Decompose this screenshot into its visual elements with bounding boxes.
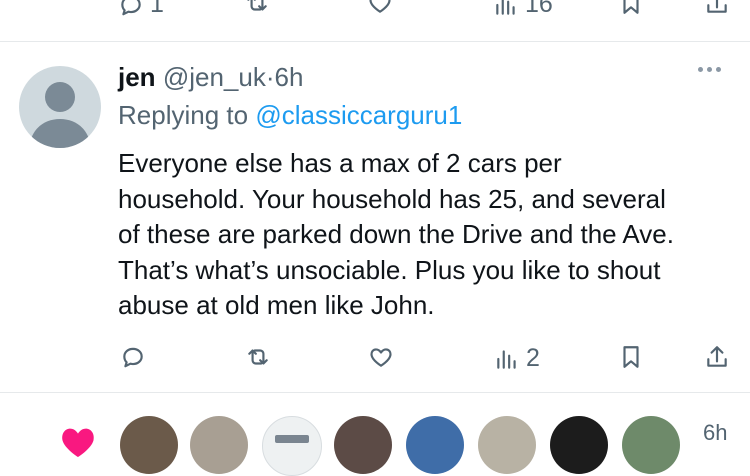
prev-reply-count: 1	[150, 0, 164, 18]
divider-top	[0, 41, 750, 42]
share-button[interactable]	[704, 344, 730, 370]
liker-avatar[interactable]	[550, 416, 608, 474]
prev-reply-button[interactable]: 1	[118, 0, 164, 19]
heart-icon	[62, 428, 94, 457]
liker-avatar[interactable]	[120, 416, 178, 474]
prev-like-button[interactable]	[367, 0, 393, 16]
more-icon	[698, 67, 703, 72]
bookmark-icon	[623, 0, 639, 14]
display-name[interactable]: jen	[118, 62, 156, 92]
prev-bookmark-button[interactable]	[618, 0, 644, 16]
views-count: 2	[526, 344, 540, 372]
reply-icon	[121, 0, 141, 15]
prev-share-button[interactable]	[704, 0, 730, 16]
user-handle[interactable]: @jen_uk	[163, 62, 266, 92]
liker-avatar[interactable]	[334, 416, 392, 474]
share-icon	[707, 0, 727, 13]
replying-to: Replying to @classiccarguru1	[118, 100, 462, 131]
tweet-text: Everyone else has a max of 2 cars per ho…	[118, 148, 674, 320]
bookmark-button[interactable]	[618, 344, 644, 370]
reply-button[interactable]	[120, 344, 146, 370]
views-button[interactable]: 2	[494, 344, 540, 373]
avatar[interactable]	[19, 66, 101, 148]
tweet-header: jen @jen_uk·6h	[118, 62, 303, 93]
tweet-time[interactable]: 6h	[275, 62, 304, 92]
liker-avatar[interactable]	[406, 416, 464, 474]
bookmark-icon	[623, 346, 639, 368]
prev-views-button[interactable]: 16	[493, 0, 553, 19]
more-options-button[interactable]	[698, 67, 721, 72]
retweet-button[interactable]	[245, 344, 271, 370]
like-button[interactable]	[368, 344, 394, 370]
liker-avatar[interactable]	[190, 416, 248, 474]
liker-avatar[interactable]	[262, 416, 322, 476]
retweet-icon	[247, 0, 267, 11]
heart-icon	[370, 348, 392, 367]
header-separator: ·	[265, 62, 275, 92]
reply-icon	[123, 347, 143, 368]
liker-avatar[interactable]	[478, 416, 536, 474]
notification-time: 6h	[703, 420, 728, 445]
views-icon	[497, 349, 516, 369]
retweet-icon	[248, 349, 268, 365]
share-icon	[707, 346, 727, 367]
default-avatar-icon	[29, 82, 91, 148]
prev-retweet-button[interactable]	[244, 0, 270, 16]
replying-prefix: Replying to	[118, 100, 256, 130]
liker-avatar[interactable]	[622, 416, 680, 474]
divider-bottom	[0, 392, 750, 393]
views-icon	[496, 0, 515, 15]
replying-to-link[interactable]: @classiccarguru1	[255, 100, 462, 130]
car-icon	[275, 435, 309, 443]
prev-views-count: 16	[525, 0, 553, 18]
heart-icon	[369, 0, 391, 13]
